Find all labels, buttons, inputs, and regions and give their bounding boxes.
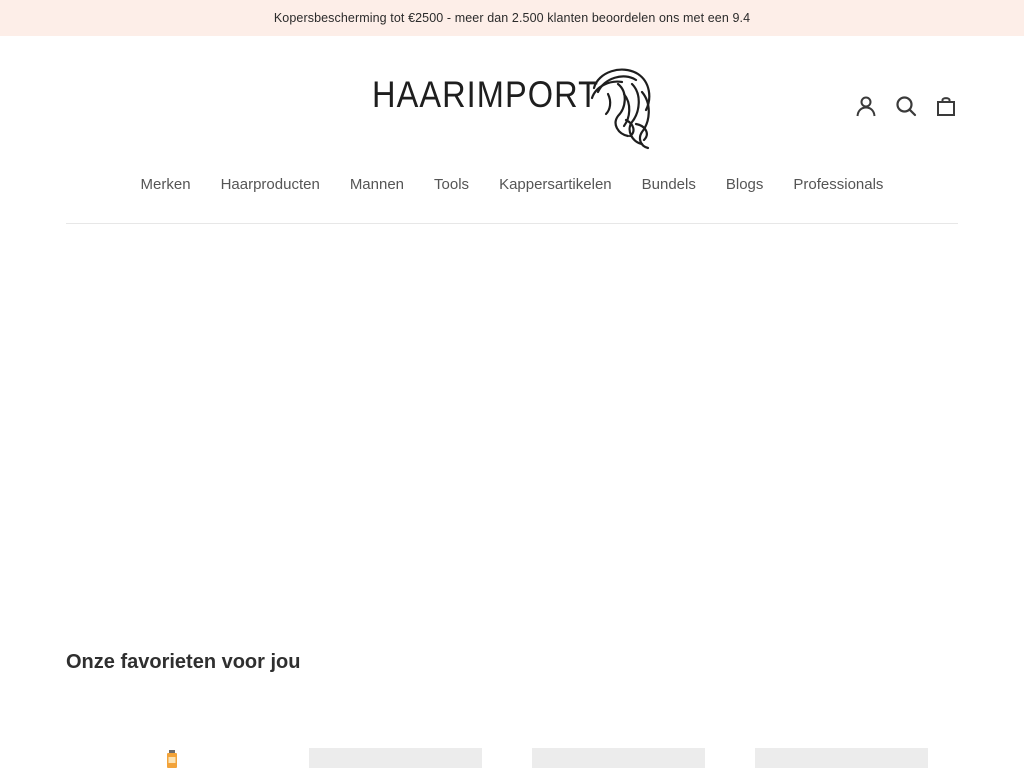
search-button[interactable] <box>886 92 926 120</box>
product-card-2[interactable] <box>309 748 482 768</box>
logo-text: HAARIMPORT <box>372 74 600 115</box>
product-bottle-icon <box>167 750 177 768</box>
nav-item-professionals[interactable]: Professionals <box>793 176 883 193</box>
site-logo[interactable]: HAARIMPORT <box>370 64 654 150</box>
product-card-1[interactable] <box>160 748 186 768</box>
announcement-text: Kopersbescherming tot €2500 - meer dan 2… <box>273 11 751 25</box>
cart-icon <box>937 97 955 116</box>
nav-item-merken[interactable]: Merken <box>141 176 191 193</box>
cart-button[interactable] <box>926 92 966 120</box>
nav-item-blogs[interactable]: Blogs <box>726 176 764 193</box>
nav-item-mannen[interactable]: Mannen <box>350 176 404 193</box>
product-card-3[interactable] <box>532 748 705 768</box>
account-button[interactable] <box>846 92 886 120</box>
site-header: HAARIMPORT Merken Haarproducten Mannen T… <box>0 36 1024 224</box>
product-card-4[interactable] <box>755 748 928 768</box>
header-actions <box>846 92 966 120</box>
search-icon <box>896 96 917 117</box>
header-divider <box>66 223 958 224</box>
nav-item-tools[interactable]: Tools <box>434 176 469 193</box>
favorites-heading: Onze favorieten voor jou <box>66 651 301 673</box>
account-icon <box>856 96 876 117</box>
main-navigation: Merken Haarproducten Mannen Tools Kapper… <box>0 176 1024 193</box>
nav-item-bundels[interactable]: Bundels <box>642 176 696 193</box>
nav-item-haarproducten[interactable]: Haarproducten <box>221 176 320 193</box>
nav-item-kappersartikelen[interactable]: Kappersartikelen <box>499 176 612 193</box>
hair-silhouette-icon <box>590 68 651 150</box>
announcement-bar: Kopersbescherming tot €2500 - meer dan 2… <box>0 0 1024 36</box>
